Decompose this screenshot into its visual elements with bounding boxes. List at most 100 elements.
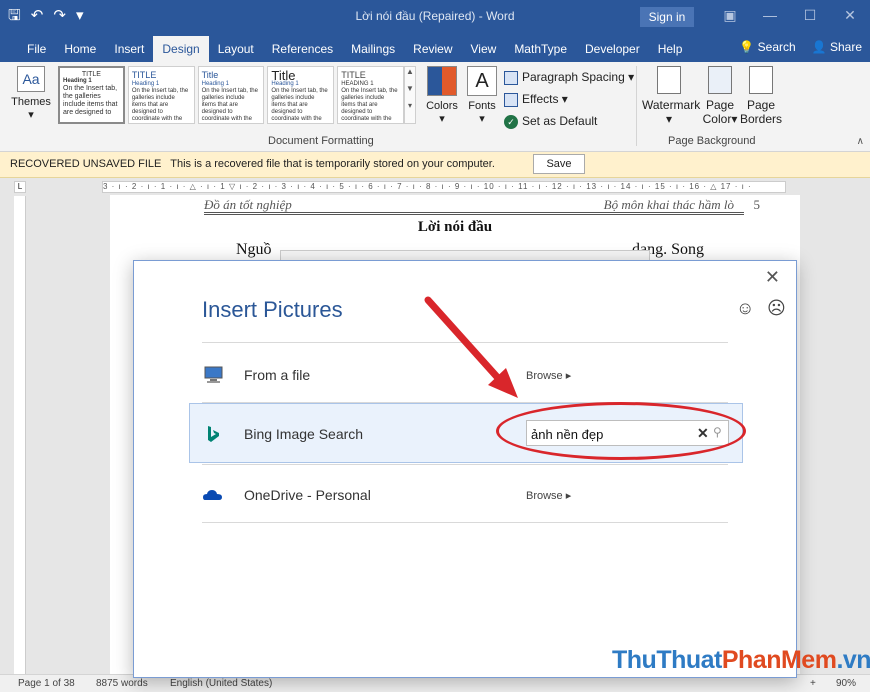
page-color-button[interactable]: Page Color▾	[700, 66, 740, 126]
style-set-heading: HEADING 1	[341, 81, 374, 87]
page-count[interactable]: Page 1 of 38	[18, 675, 75, 692]
style-set-item[interactable]: Title Heading 1 On the Insert tab, the g…	[267, 66, 335, 124]
search-tell-me[interactable]: 💡 Search	[739, 34, 795, 60]
style-set-heading: Heading 1	[201, 81, 229, 87]
bing-image-search-label: Bing Image Search	[244, 426, 364, 442]
maximize-icon[interactable]: ☐	[790, 0, 830, 30]
page-borders-icon	[749, 66, 773, 94]
save-button[interactable]: Save	[533, 154, 585, 174]
tab-home[interactable]: Home	[55, 36, 105, 62]
effects-button[interactable]: Effects ▾	[504, 90, 632, 112]
paragraph-spacing-icon	[504, 70, 518, 85]
chevron-down-icon: ▾	[439, 113, 445, 125]
fonts-button[interactable]: A Fonts ▾	[464, 66, 500, 125]
tab-references[interactable]: References	[263, 36, 342, 62]
page-number: 5	[753, 197, 761, 212]
tab-view[interactable]: View	[462, 36, 506, 62]
page-color-label-2: Color▾	[702, 112, 738, 126]
themes-icon: Aa	[17, 66, 45, 92]
style-set-body: On the Insert tab, the galleries include…	[341, 88, 398, 122]
person-icon: 👤	[811, 40, 827, 54]
horizontal-ruler[interactable]: 3 · ı · 2 · ı · 1 · ı · △ · ı · 1 ▽ ı · …	[102, 181, 786, 193]
style-set-heading: Heading 1	[63, 78, 92, 84]
style-set-title: Title	[201, 70, 219, 80]
chevron-down-icon[interactable]: ▼	[405, 84, 415, 93]
tab-layout[interactable]: Layout	[209, 36, 263, 62]
ribbon-display-options-icon[interactable]: ▣	[710, 0, 750, 30]
chevron-down-icon: ▾	[28, 109, 34, 121]
style-set-title: TITLE	[131, 70, 157, 80]
paragraph-spacing-label: Paragraph Spacing	[522, 70, 625, 84]
onedrive-row[interactable]: OneDrive - Personal Browse ▸	[190, 465, 742, 523]
colors-button[interactable]: Colors ▾	[424, 66, 460, 125]
style-set-item[interactable]: Title Heading 1 On the Insert tab, the g…	[197, 66, 265, 124]
style-set-title: Title	[271, 68, 296, 83]
style-set-item[interactable]: TITLE HEADING 1 On the Insert tab, the g…	[337, 66, 404, 124]
colors-label: Colors	[426, 100, 458, 112]
tab-file[interactable]: File	[18, 36, 55, 62]
chevron-down-icon: ▾	[479, 113, 485, 125]
tab-design[interactable]: Design	[153, 36, 209, 62]
style-set-title: TITLE	[341, 70, 366, 80]
frown-feedback-icon[interactable]: ☹	[767, 298, 786, 319]
from-file-label: From a file	[244, 367, 311, 383]
clear-search-icon[interactable]: ✕	[697, 425, 709, 442]
tab-mailings[interactable]: Mailings	[342, 36, 404, 62]
style-set-gallery: TITLE Heading 1 On the Insert tab, the g…	[58, 66, 404, 126]
themes-label: Themes	[11, 96, 51, 108]
themes-button[interactable]: Aa Themes ▾	[6, 66, 56, 132]
tab-right-area: 💡 Search 👤 Share	[739, 34, 862, 60]
sign-in-button[interactable]: Sign in	[640, 7, 694, 27]
recovered-file-title: RECOVERED UNSAVED FILE	[10, 158, 162, 170]
page-borders-button[interactable]: Page Borders	[740, 66, 782, 126]
share-button[interactable]: 👤 Share	[812, 34, 862, 60]
watermark-label: Watermark	[642, 98, 701, 112]
close-icon[interactable]: ✕	[765, 267, 780, 288]
ribbon-tabs: File Home Insert Design Layout Reference…	[0, 34, 870, 62]
page-header: Đồ án tốt nghiệp Bộ môn khai thác hầm lò	[204, 197, 744, 215]
chevron-up-icon[interactable]: ▲	[405, 67, 415, 76]
search-icon[interactable]: ⚲	[713, 425, 722, 439]
paragraph-spacing-button[interactable]: Paragraph Spacing ▾	[504, 68, 634, 90]
browse-file-link[interactable]: Browse ▸	[526, 369, 571, 382]
bing-search-input[interactable]	[531, 424, 691, 444]
tab-selector[interactable]: L	[14, 181, 26, 193]
from-file-row[interactable]: From a file Browse ▸	[190, 345, 742, 403]
effects-label: Effects	[522, 92, 559, 106]
close-window-icon[interactable]: ✕	[830, 0, 870, 30]
browse-onedrive-link[interactable]: Browse ▸	[526, 489, 571, 502]
bing-image-search-row[interactable]: Bing Image Search ✕ ⚲	[189, 403, 743, 463]
watermark-button[interactable]: Watermark ▾	[642, 66, 701, 126]
zoom-level[interactable]: 90%	[836, 675, 856, 692]
watermark-part-3: .vn	[836, 646, 870, 674]
tab-developer[interactable]: Developer	[576, 36, 649, 62]
tab-help[interactable]: Help	[649, 36, 692, 62]
style-set-item[interactable]: TITLE Heading 1 On the Insert tab, the g…	[127, 66, 195, 124]
onedrive-icon	[203, 490, 222, 500]
style-set-item[interactable]: TITLE Heading 1 On the Insert tab, the g…	[58, 66, 125, 124]
dialog-title: Insert Pictures	[202, 297, 343, 322]
more-icon[interactable]: ▾	[405, 101, 415, 110]
divider	[202, 342, 728, 343]
gallery-scroll[interactable]: ▲ ▼ ▾	[404, 66, 416, 124]
site-watermark: ThuThuatPhanMem.vn	[612, 646, 870, 675]
tab-review[interactable]: Review	[404, 36, 461, 62]
paragraph-options: Paragraph Spacing ▾ Effects ▾ ✓ Set as De…	[504, 68, 634, 134]
style-set-heading: Heading 1	[131, 81, 160, 87]
collapse-ribbon-icon[interactable]: ∧	[857, 136, 864, 147]
header-left: Đồ án tốt nghiệp	[204, 197, 292, 212]
page-background-group-label: Page Background	[668, 135, 756, 147]
zoom-in-icon[interactable]: +	[810, 675, 816, 692]
smile-feedback-icon[interactable]: ☺	[736, 298, 754, 319]
recovered-file-bar: RECOVERED UNSAVED FILE This is a recover…	[0, 152, 870, 178]
colors-icon	[427, 66, 457, 96]
bing-search-box: ✕ ⚲	[526, 420, 729, 446]
minimize-icon[interactable]: —	[750, 0, 790, 30]
set-as-default-button[interactable]: ✓ Set as Default	[504, 112, 632, 134]
vertical-ruler[interactable]	[14, 196, 26, 674]
fonts-icon: A	[467, 66, 497, 96]
style-set-body: On the Insert tab, the galleries include…	[201, 88, 258, 122]
tab-mathtype[interactable]: MathType	[505, 36, 576, 62]
insert-pictures-dialog: ✕ Insert Pictures ☺ ☹ From a file Browse…	[133, 260, 797, 678]
tab-insert[interactable]: Insert	[105, 36, 153, 62]
